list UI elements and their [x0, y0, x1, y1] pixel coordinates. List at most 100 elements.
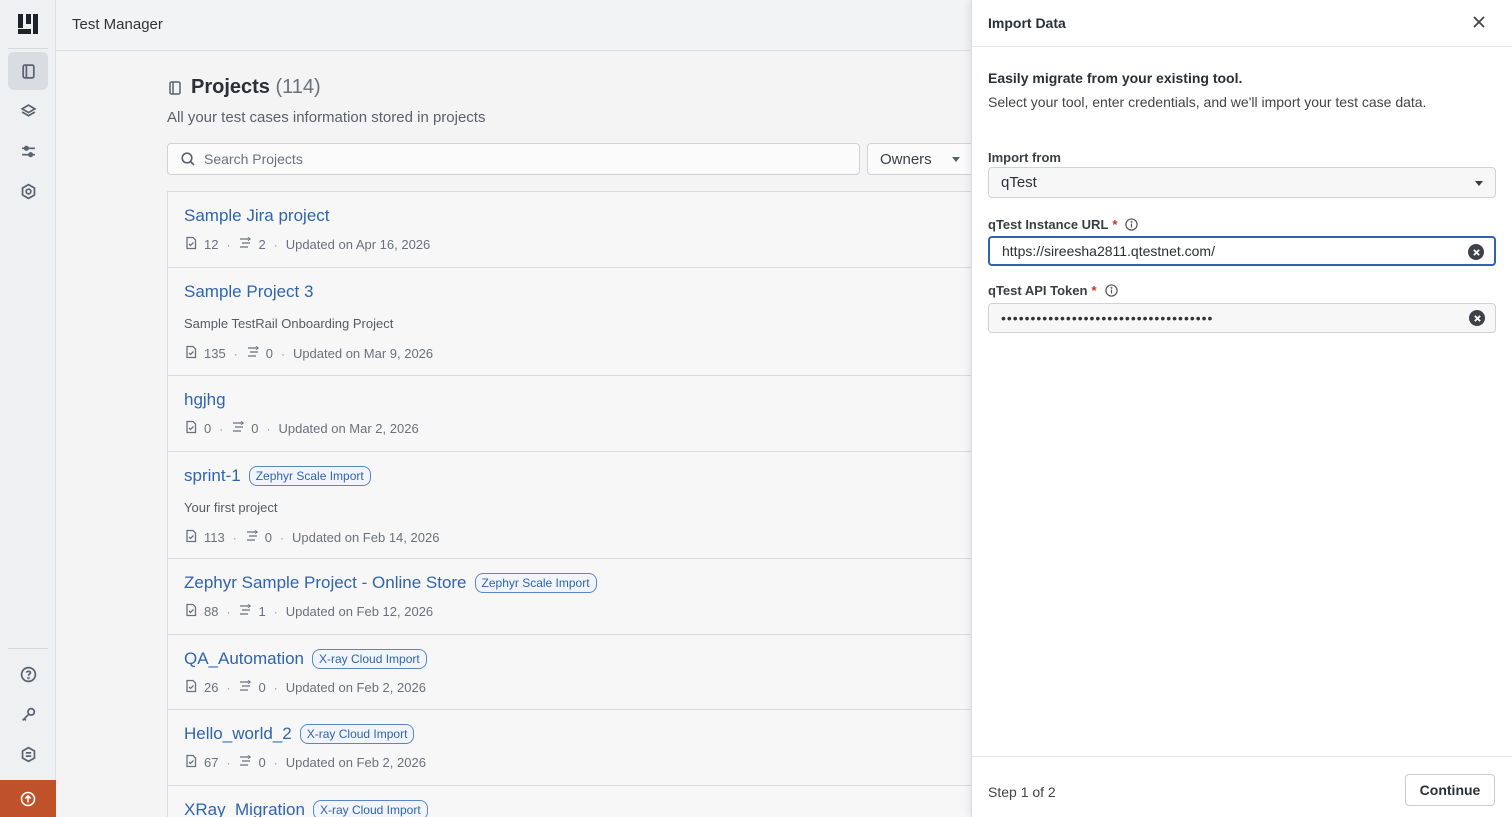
required-marker: *: [1112, 217, 1118, 232]
test-run-icon: [238, 236, 252, 253]
test-case-icon: [184, 345, 198, 362]
separator-dot: ·: [226, 237, 231, 252]
rail-settings-button[interactable]: [8, 172, 48, 210]
test-run-icon: [231, 420, 245, 437]
test-case-icon: [184, 420, 198, 437]
step-indicator: Step 1 of 2: [988, 784, 1056, 800]
page-title: Projects (114): [191, 76, 321, 99]
case-count: 26: [204, 680, 219, 695]
case-count: 88: [204, 604, 219, 619]
brand-logo[interactable]: [16, 12, 40, 36]
project-list-item[interactable]: Zephyr Sample Project - Online Store Zeph…: [168, 559, 972, 635]
project-name[interactable]: hgjhg: [184, 390, 226, 410]
case-count: 0: [204, 421, 212, 436]
test-case-icon: [184, 236, 198, 253]
project-list: Sample Jira project 12 · 2 · Updated on Apr 1…: [167, 191, 972, 817]
test-run-icon: [238, 603, 252, 620]
layers-icon: [19, 103, 37, 117]
separator-dot: ·: [226, 604, 231, 619]
run-count: 0: [258, 680, 266, 695]
info-icon[interactable]: [1125, 218, 1139, 231]
project-list-item[interactable]: Hello_world_2 X-ray Cloud Import 67 · 0 · Upda…: [168, 710, 972, 786]
run-count: 0: [251, 421, 259, 436]
url-label: qTest Instance URL *: [988, 217, 1139, 232]
rail-help-button[interactable]: [8, 655, 48, 693]
import-badge: X-ray Cloud Import: [312, 649, 427, 669]
project-description: Sample TestRail Onboarding Project: [184, 316, 394, 331]
search-input[interactable]: Search Projects: [167, 143, 860, 175]
project-name[interactable]: Sample Jira project: [184, 206, 330, 226]
test-run-icon: [245, 529, 259, 546]
rail-layers-button[interactable]: [8, 92, 48, 130]
url-label-text: qTest Instance URL: [988, 217, 1109, 232]
drawer-title: Import Data: [988, 15, 1066, 31]
project-list-item[interactable]: Sample Project 3 Sample TestRail Onboardi…: [168, 268, 972, 376]
rail-sliders-button[interactable]: [8, 132, 48, 170]
project-name[interactable]: Sample Project 3: [184, 282, 313, 302]
run-count: 2: [258, 237, 266, 252]
project-name[interactable]: sprint-1: [184, 466, 241, 486]
project-list-item[interactable]: XRay_Migration X-ray Cloud Import: [168, 786, 972, 817]
rail-integrations-button[interactable]: [8, 735, 48, 773]
separator-dot: ·: [279, 530, 284, 545]
api-token-value: ••••••••••••••••••••••••••••••••••••: [1001, 310, 1214, 326]
rail-projects-button[interactable]: [8, 52, 48, 90]
chevron-down-icon: [1475, 181, 1483, 186]
updated-date: Updated on Feb 12, 2026: [285, 604, 434, 619]
clear-url-button[interactable]: [1468, 244, 1484, 260]
project-name[interactable]: Hello_world_2: [184, 724, 292, 744]
run-count: 0: [264, 530, 272, 545]
required-marker: *: [1091, 283, 1097, 298]
import-badge: Zephyr Scale Import: [474, 573, 597, 593]
page-title-text: Projects: [191, 76, 270, 98]
continue-button[interactable]: Continue: [1405, 774, 1495, 806]
separator-dot: ·: [273, 755, 278, 770]
owners-label: Owners: [880, 150, 932, 168]
integrations-icon: [21, 746, 35, 762]
token-label-text: qTest API Token: [988, 283, 1088, 298]
separator-dot: ·: [273, 237, 278, 252]
drawer-footer: Step 1 of 2 Continue: [972, 756, 1512, 817]
separator-dot: ·: [273, 680, 278, 695]
run-count: 0: [265, 346, 273, 361]
info-icon[interactable]: [1104, 284, 1118, 297]
updated-date: Updated on Mar 2, 2026: [278, 421, 419, 436]
project-list-item[interactable]: Sample Jira project 12 · 2 · Updated on Apr 1…: [168, 192, 972, 268]
drawer-lead-sub: Select your tool, enter credentials, and…: [988, 94, 1427, 110]
import-from-value: qTest: [1001, 174, 1037, 191]
import-from-label: Import from: [988, 150, 1061, 165]
test-run-icon: [238, 679, 252, 696]
instance-url-value: https://sireesha2811.qtestnet.com/: [1002, 243, 1215, 259]
rail-key-button[interactable]: [8, 695, 48, 733]
updated-date: Updated on Apr 16, 2026: [285, 237, 431, 252]
main-content: Projects (114) All your test cases infor…: [56, 51, 1027, 817]
app-title: Test Manager: [72, 16, 163, 33]
run-count: 1: [258, 604, 266, 619]
clear-icon: [1473, 314, 1481, 322]
page-header: Projects (114): [167, 76, 321, 99]
separator-dot: ·: [233, 346, 238, 361]
test-case-icon: [184, 603, 198, 620]
instance-url-input[interactable]: https://sireesha2811.qtestnet.com/: [988, 236, 1496, 266]
case-count: 67: [204, 755, 219, 770]
test-run-icon: [238, 754, 252, 771]
upgrade-icon: [20, 791, 36, 806]
left-rail: [0, 0, 56, 817]
project-name[interactable]: Zephyr Sample Project - Online Store: [184, 573, 467, 593]
project-name[interactable]: QA_Automation: [184, 649, 304, 669]
case-count: 12: [204, 237, 219, 252]
close-button[interactable]: [1469, 12, 1489, 32]
updated-date: Updated on Feb 2, 2026: [285, 755, 426, 770]
clear-token-button[interactable]: [1469, 310, 1485, 326]
project-name[interactable]: XRay_Migration: [184, 800, 305, 817]
project-list-item[interactable]: sprint-1 Zephyr Scale Import Your first pr…: [168, 452, 972, 559]
projects-icon: [21, 63, 35, 79]
project-list-item[interactable]: hgjhg 0 · 0 · Updated on Mar 2, 2026: [168, 376, 972, 452]
api-token-input[interactable]: ••••••••••••••••••••••••••••••••••••: [988, 303, 1496, 333]
rail-upgrade-button[interactable]: [0, 780, 56, 817]
import-from-select[interactable]: qTest: [988, 167, 1496, 198]
import-from-label-text: Import from: [988, 150, 1061, 165]
separator-dot: ·: [226, 680, 231, 695]
project-list-item[interactable]: QA_Automation X-ray Cloud Import 26 · 0 · Upda…: [168, 635, 972, 710]
search-icon: [181, 152, 195, 166]
